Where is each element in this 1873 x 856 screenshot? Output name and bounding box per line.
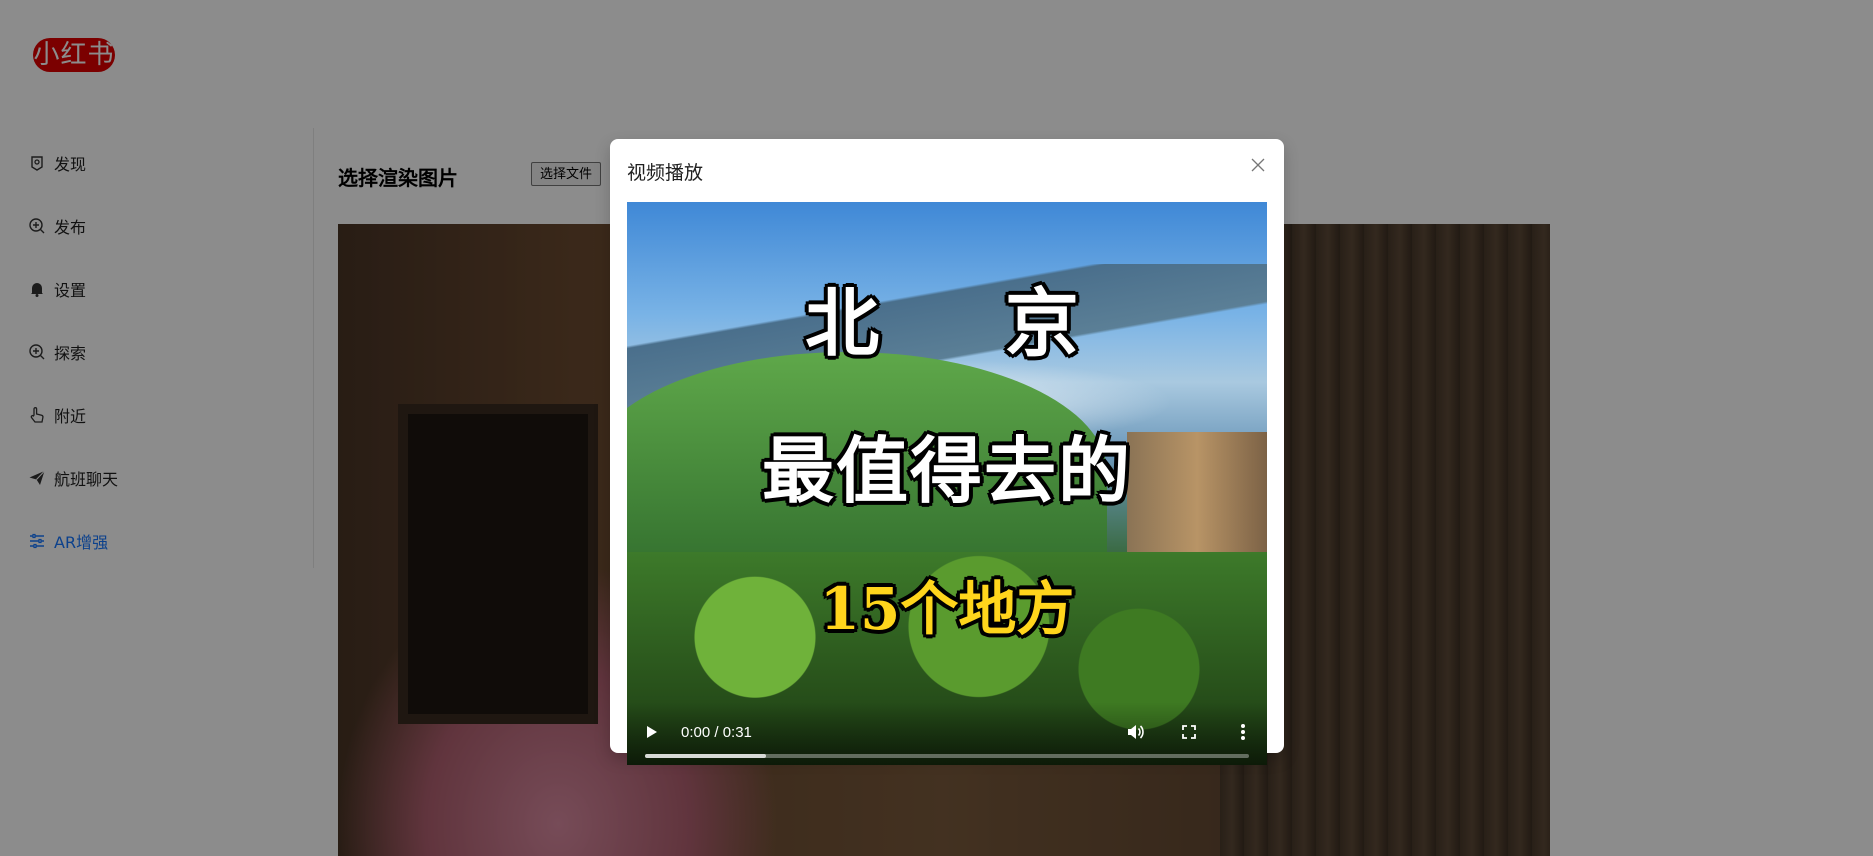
volume-icon — [1128, 725, 1144, 739]
modal-title: 视频播放 — [627, 162, 704, 184]
fullscreen-icon — [1182, 725, 1196, 739]
more-options-button[interactable] — [1231, 720, 1255, 744]
video-title-line2: 最值得去的 — [761, 428, 1132, 513]
more-vertical-icon — [1241, 724, 1245, 740]
close-icon — [1251, 158, 1265, 172]
close-button[interactable] — [1246, 153, 1270, 177]
progress-bar[interactable] — [645, 754, 1249, 758]
volume-button[interactable] — [1123, 720, 1147, 744]
video-title-line3: 15个地方 — [819, 575, 1075, 643]
video-modal: 视频播放 北 京 最值得去的 15个地方 0:00 / 0:31 — [610, 139, 1284, 765]
progress-buffered — [645, 754, 766, 758]
video-title-line1: 北 京 — [805, 281, 1129, 367]
time-display: 0:00 / 0:31 — [681, 724, 752, 741]
play-icon — [647, 726, 657, 738]
video-controls: 0:00 / 0:31 — [627, 702, 1267, 765]
video-player[interactable]: 北 京 最值得去的 15个地方 0:00 / 0:31 — [627, 202, 1267, 765]
fullscreen-button[interactable] — [1177, 720, 1201, 744]
play-button[interactable] — [639, 720, 663, 744]
